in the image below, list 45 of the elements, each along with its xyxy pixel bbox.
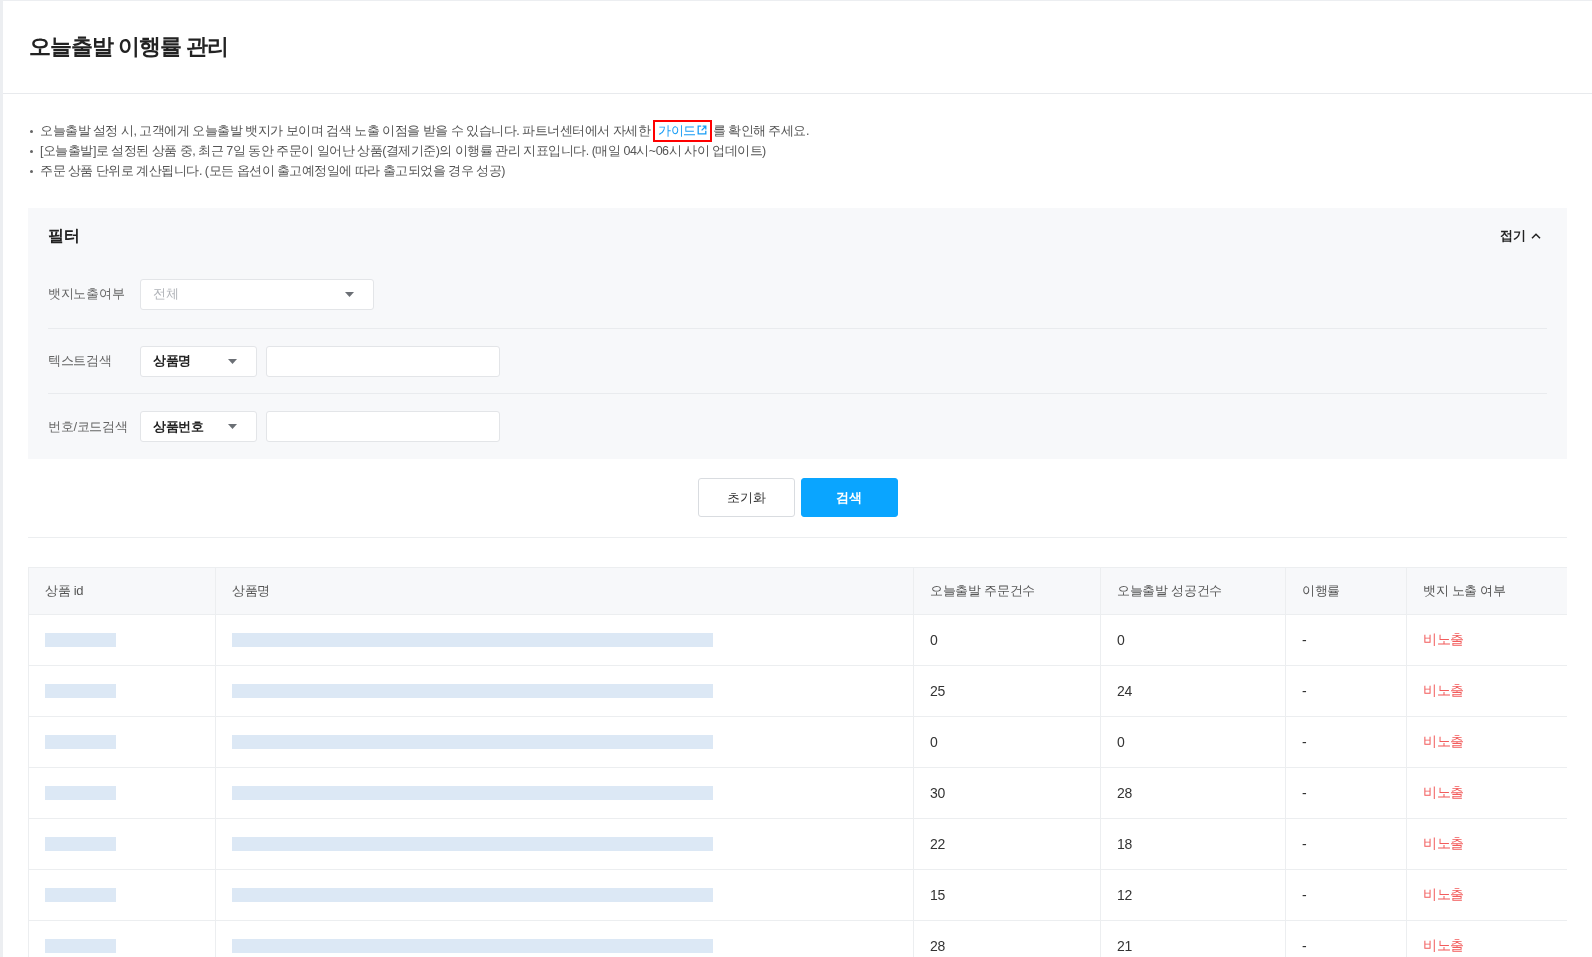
table-cell: - bbox=[1285, 614, 1407, 666]
table-cell: - bbox=[1285, 869, 1407, 921]
column-header: 상품 id bbox=[28, 567, 216, 615]
table-cell: 25 bbox=[913, 665, 1101, 717]
note-text: 오늘출발 설정 시, 고객에게 오늘출발 뱃지가 보이며 검색 노출 이점을 받을 수 있습니다. 파트너센터에서 자세한 가이드 를 확인해 주세요. bbox=[40, 121, 809, 141]
reset-button[interactable]: 초기화 bbox=[697, 478, 795, 517]
column-header: 오늘출발 성공건수 bbox=[1100, 567, 1286, 615]
dropdown[interactable]: 상품명 bbox=[140, 345, 257, 377]
table-cell: - bbox=[1285, 767, 1407, 819]
filter-label: 번호/코드검색 bbox=[48, 417, 129, 436]
table-cell: - bbox=[1285, 818, 1407, 870]
table-cell: - bbox=[1285, 716, 1407, 768]
filter-label: 텍스트검색 bbox=[48, 352, 113, 370]
table-cell: 12 bbox=[1100, 869, 1286, 921]
bullet-icon bbox=[30, 149, 33, 153]
caret-icon bbox=[228, 358, 237, 364]
chevron-up-icon bbox=[1531, 233, 1541, 239]
table-cell: 24 bbox=[1100, 665, 1286, 717]
table-cell: 18 bbox=[1100, 818, 1286, 870]
note-text: 주문 상품 단위로 계산됩니다. (모든 옵션이 출고예정일에 따라 출고되었을 경우 성공) bbox=[40, 163, 506, 180]
note-text: [오늘출발]로 설정된 상품 중, 최근 7일 동안 주문이 일어난 상품(결제기준)의 이행률 관리 지표입니다. (매일 04시~06시 사이 업데이트) bbox=[40, 143, 766, 160]
table-cell: 15 bbox=[913, 869, 1101, 921]
bullet-icon bbox=[30, 129, 33, 133]
table-cell: 28 bbox=[1100, 767, 1286, 819]
caret-icon bbox=[228, 424, 237, 429]
text-input[interactable] bbox=[266, 411, 500, 442]
column-header: 뱃지 노출 여부 bbox=[1406, 567, 1567, 615]
table-cell: 30 bbox=[913, 767, 1101, 819]
collapse-button[interactable]: 접기 bbox=[1500, 227, 1541, 245]
text-input[interactable] bbox=[266, 345, 500, 377]
column-header: 이행률 bbox=[1285, 567, 1407, 615]
table-cell: 0 bbox=[913, 716, 1101, 768]
page-title: 오늘출발 이행률 관리 bbox=[29, 33, 229, 61]
column-header: 상품명 bbox=[215, 567, 914, 615]
table-cell: 0 bbox=[1100, 614, 1286, 666]
column-header: 오늘출발 주문건수 bbox=[913, 567, 1101, 615]
table-cell: 22 bbox=[913, 818, 1101, 870]
table-cell: - bbox=[1285, 665, 1407, 717]
dropdown[interactable]: 상품번호 bbox=[140, 411, 257, 442]
filter-title: 필터 bbox=[48, 226, 80, 246]
filter-label: 뱃지노출여부 bbox=[48, 285, 126, 303]
caret-icon bbox=[345, 291, 354, 297]
table-cell: 0 bbox=[1100, 716, 1286, 768]
bullet-icon bbox=[30, 169, 33, 173]
table-cell: 0 bbox=[913, 614, 1101, 666]
